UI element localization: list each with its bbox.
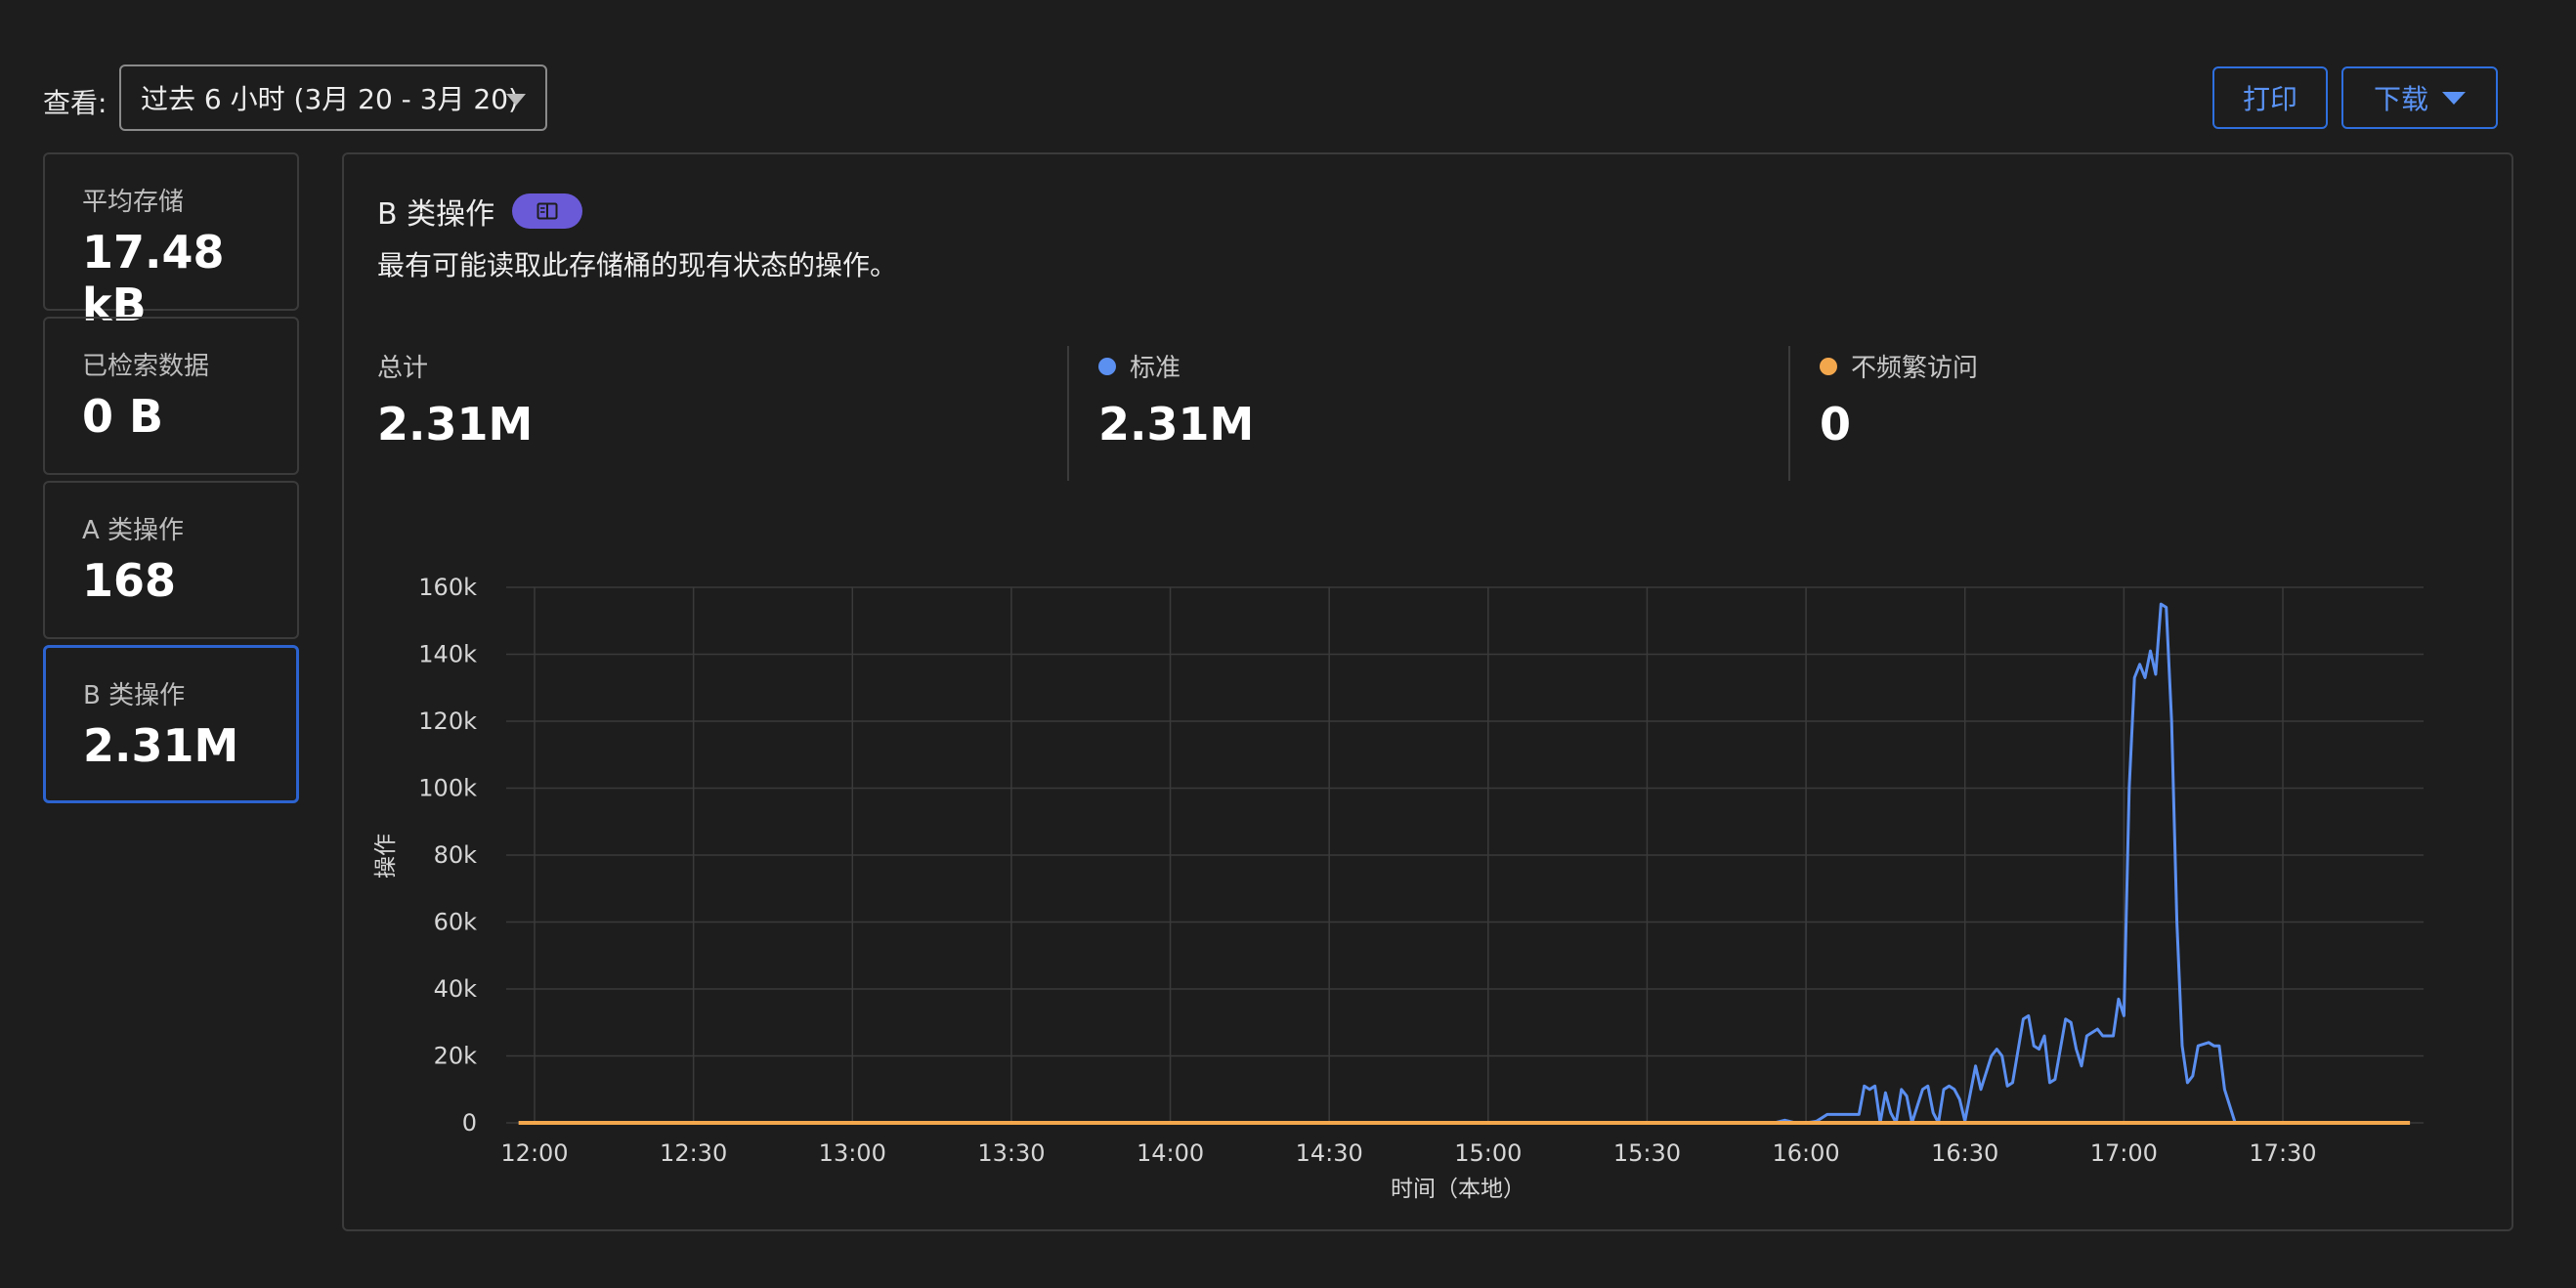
metric-card-value: 2.31M — [83, 719, 239, 772]
y-tick-label: 100k — [418, 775, 477, 802]
series-line — [518, 602, 2237, 1125]
download-button[interactable]: 下载 — [2341, 66, 2498, 129]
metric-card-value: 168 — [82, 554, 177, 607]
metric-card-label: 平均存储 — [82, 188, 185, 217]
print-button[interactable]: 打印 — [2212, 66, 2328, 129]
y-tick-label: 80k — [434, 841, 478, 869]
metric-card-label: 已检索数据 — [82, 352, 210, 381]
chevron-down-icon — [506, 94, 526, 106]
metric-card-value: 17.48 kB — [82, 226, 225, 331]
x-tick-label: 12:00 — [500, 1139, 568, 1167]
caret-down-icon — [2442, 91, 2466, 105]
x-tick-label: 12:30 — [660, 1139, 727, 1167]
y-tick-label: 0 — [462, 1109, 477, 1137]
x-tick-label: 14:00 — [1137, 1139, 1204, 1167]
x-tick-label: 15:30 — [1613, 1139, 1681, 1167]
x-axis-title: 时间（本地） — [1391, 1177, 1525, 1202]
metric-card-retrieved-data[interactable]: 已检索数据 0 B — [43, 317, 299, 475]
x-tick-label: 14:30 — [1296, 1139, 1363, 1167]
operations-chart[interactable]: 0 20k 40k 60k 80k 100k 120k 140k 160k 12:00 12:30 1… — [344, 154, 2512, 1229]
x-tick-label: 16:00 — [1773, 1139, 1840, 1167]
download-button-label: 下载 — [2373, 83, 2428, 115]
x-tick-label: 16:30 — [1931, 1139, 1998, 1167]
metric-card-label: B 类操作 — [83, 681, 186, 710]
x-tick-label: 13:00 — [819, 1139, 886, 1167]
metric-card-class-b-ops[interactable]: B 类操作 2.31M — [43, 645, 299, 803]
x-tick-label: 13:30 — [977, 1139, 1045, 1167]
metric-card-avg-storage[interactable]: 平均存储 17.48 kB — [43, 152, 299, 331]
metric-card-class-a-ops[interactable]: A 类操作 168 — [43, 481, 299, 639]
metric-card-value: 0 B — [82, 390, 164, 443]
details-panel: B 类操作 最有可能读取此存储桶的现有状态的操作。 总计 2.31M 标准 2.… — [342, 152, 2513, 1231]
time-range-select[interactable]: 过去 6 小时 (3月 20 - 3月 20) — [119, 64, 547, 131]
time-range-value: 过去 6 小时 (3月 20 - 3月 20) — [141, 83, 519, 115]
x-tick-label: 15:00 — [1454, 1139, 1522, 1167]
y-axis-title: 操作 — [373, 834, 399, 879]
view-label: 查看: — [43, 87, 107, 119]
y-tick-label: 60k — [434, 909, 478, 936]
print-button-label: 打印 — [2242, 83, 2297, 115]
y-tick-label: 140k — [418, 641, 477, 668]
y-tick-label: 40k — [434, 975, 478, 1003]
x-tick-label: 17:30 — [2249, 1139, 2316, 1167]
metric-card-label: A 类操作 — [82, 516, 185, 545]
y-tick-label: 160k — [418, 574, 477, 601]
y-tick-label: 20k — [434, 1043, 478, 1070]
y-tick-label: 120k — [418, 708, 477, 735]
x-tick-label: 17:00 — [2090, 1139, 2158, 1167]
